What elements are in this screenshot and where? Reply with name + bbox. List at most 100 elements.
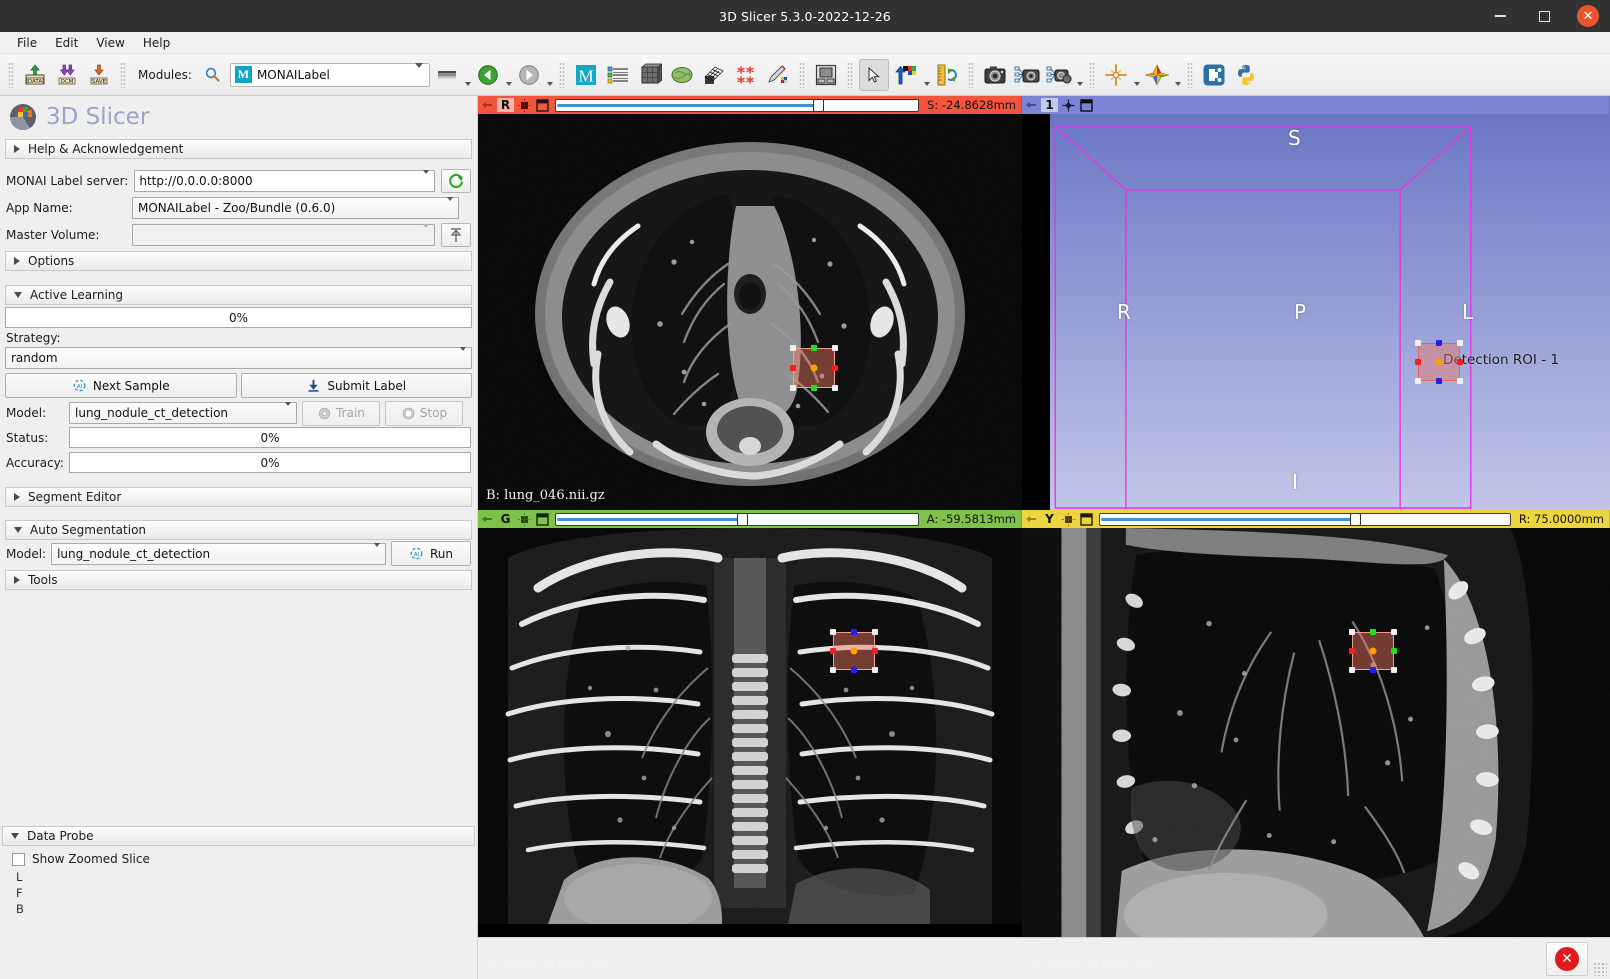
roi-corner-handle[interactable]	[1415, 340, 1421, 346]
roi-edge-handle[interactable]	[1436, 340, 1442, 346]
master-volume-select[interactable]	[132, 223, 435, 246]
pin-icon[interactable]	[480, 514, 494, 524]
stop-button[interactable]: Stop	[385, 400, 463, 426]
crosshair-dropdown[interactable]	[1133, 59, 1140, 91]
toolbar-grip-4[interactable]	[798, 61, 805, 88]
roi-edge-handle[interactable]	[1370, 629, 1376, 635]
model-select[interactable]: lung_nodule_ct_detection	[69, 402, 297, 424]
slice-slider-green[interactable]	[555, 512, 919, 526]
slice-visibility-icon[interactable]	[517, 98, 532, 113]
roi-edge-handle[interactable]	[1436, 378, 1442, 384]
roi-corner-handle[interactable]	[1349, 629, 1355, 635]
maximize-view-icon[interactable]	[1079, 98, 1094, 113]
resize-grip[interactable]	[1593, 962, 1607, 976]
slice-view-yellow-body[interactable]: B: lung_046.nii.gz	[1022, 528, 1610, 979]
section-auto-segmentation[interactable]: Auto Segmentation	[5, 520, 472, 540]
close-button[interactable]: ✕	[1566, 0, 1610, 32]
view-3d[interactable]: 1 S I R P L Detection ROI - 1	[1022, 96, 1610, 510]
toolbar-grip[interactable]	[8, 61, 14, 88]
auto-model-select[interactable]: lung_nodule_ct_detection	[51, 542, 386, 565]
monai-label-icon[interactable]: M	[571, 59, 601, 91]
load-dicom-icon[interactable]: DCM	[52, 59, 82, 91]
chevron-down-icon[interactable]	[423, 169, 429, 188]
back-arrow-icon[interactable]	[473, 59, 503, 91]
slice-view-green-body[interactable]: B: lung_046.nii.gz	[478, 528, 1022, 979]
layout-icon[interactable]	[1142, 59, 1172, 91]
roi-corner-handle[interactable]	[832, 385, 838, 391]
next-sample-button[interactable]: AI Next Sample	[5, 373, 237, 398]
pin-icon[interactable]	[480, 100, 494, 110]
strategy-select[interactable]: random	[5, 347, 472, 369]
roi-edge-handle[interactable]	[1415, 359, 1421, 365]
roi-corner-handle[interactable]	[1415, 378, 1421, 384]
roi-edge-handle[interactable]	[851, 629, 857, 635]
roi-edge-handle[interactable]	[1391, 648, 1397, 654]
submit-label-button[interactable]: Submit Label	[240, 373, 472, 398]
roi-edge-handle[interactable]	[832, 365, 838, 371]
slice-visibility-icon[interactable]	[517, 512, 532, 527]
roi-edge-handle[interactable]	[1370, 667, 1376, 673]
load-data-icon[interactable]: DATA	[20, 59, 50, 91]
slice-slider-red[interactable]	[555, 98, 920, 112]
roi-center-handle[interactable]	[1369, 647, 1377, 655]
roi-corner-handle[interactable]	[790, 345, 796, 351]
module-selector[interactable]: M MONAILabel	[229, 62, 430, 87]
screen-capture-icon[interactable]	[811, 59, 841, 91]
roi-center-handle[interactable]	[810, 364, 818, 372]
pin-icon[interactable]	[1024, 100, 1038, 110]
roi-edge-handle[interactable]	[811, 345, 817, 351]
app-name-select[interactable]: MONAILabel - Zoo/Bundle (0.6.0)	[132, 196, 459, 219]
scene-views-icon[interactable]	[1044, 59, 1074, 91]
roi-corner-handle[interactable]	[1391, 667, 1397, 673]
error-log-button[interactable]: ✕	[1546, 941, 1588, 976]
search-icon[interactable]	[198, 59, 228, 91]
toolbar-grip-8[interactable]	[1186, 61, 1193, 88]
maximize-view-icon[interactable]	[535, 512, 550, 527]
crosshair-icon[interactable]	[1101, 59, 1131, 91]
module-history-dropdown[interactable]	[464, 59, 471, 91]
detection-roi-3d[interactable]	[1415, 340, 1463, 384]
save-data-icon[interactable]: SAVE	[84, 59, 114, 91]
roi-center-handle[interactable]	[850, 647, 858, 655]
camera-icon[interactable]	[980, 59, 1010, 91]
section-segment-editor[interactable]: Segment Editor	[5, 487, 472, 507]
toolbar-grip-3[interactable]	[558, 61, 565, 88]
roi-corner-handle[interactable]	[830, 667, 836, 673]
roi-edge-handle[interactable]	[1349, 648, 1355, 654]
show-zoomed-slice-checkbox[interactable]	[12, 852, 25, 866]
section-tools[interactable]: Tools	[5, 570, 472, 590]
forward-dropdown[interactable]	[546, 59, 553, 91]
scene-views-dropdown[interactable]	[1076, 59, 1083, 91]
roi-corner-handle[interactable]	[872, 667, 878, 673]
maximize-view-icon[interactable]	[535, 98, 550, 113]
roi-corner-handle[interactable]	[832, 345, 838, 351]
run-button[interactable]: AI Run	[391, 541, 471, 566]
back-dropdown[interactable]	[505, 59, 512, 91]
section-help-acknowledgement[interactable]: Help & Acknowledgement	[5, 139, 472, 159]
section-options[interactable]: Options	[5, 251, 472, 271]
ruler-sync-icon[interactable]	[932, 59, 962, 91]
section-data-probe[interactable]: Data Probe	[2, 826, 475, 846]
color-picker-icon[interactable]	[891, 59, 921, 91]
pin-icon[interactable]	[1024, 514, 1038, 524]
slice-view-yellow[interactable]: Y R: 75.0000mm B: lung_046.nii.gz	[1022, 510, 1610, 979]
subject-hierarchy-icon[interactable]	[603, 59, 633, 91]
color-picker-dropdown[interactable]	[923, 59, 930, 91]
fiducials-icon[interactable]	[731, 59, 761, 91]
roi-edge-handle[interactable]	[851, 667, 857, 673]
extension-manager-icon[interactable]	[1199, 59, 1229, 91]
module-history-icon[interactable]	[432, 59, 462, 91]
maximize-button[interactable]	[1522, 0, 1566, 32]
show-zoomed-slice-row[interactable]: Show Zoomed Slice	[0, 846, 477, 869]
roi-edge-handle[interactable]	[790, 365, 796, 371]
toolbar-grip-6[interactable]	[967, 61, 974, 88]
roi-edge-handle[interactable]	[830, 648, 836, 654]
detection-roi-coronal[interactable]	[830, 629, 878, 673]
roi-corner-handle[interactable]	[790, 385, 796, 391]
roi-corner-handle[interactable]	[1349, 667, 1355, 673]
markups-icon[interactable]	[699, 59, 729, 91]
roi-edge-handle[interactable]	[1457, 359, 1463, 365]
view-3d-body[interactable]: S I R P L Detection ROI - 1	[1022, 114, 1610, 510]
minimize-button[interactable]	[1478, 0, 1522, 32]
scene-capture-icon[interactable]	[1012, 59, 1042, 91]
